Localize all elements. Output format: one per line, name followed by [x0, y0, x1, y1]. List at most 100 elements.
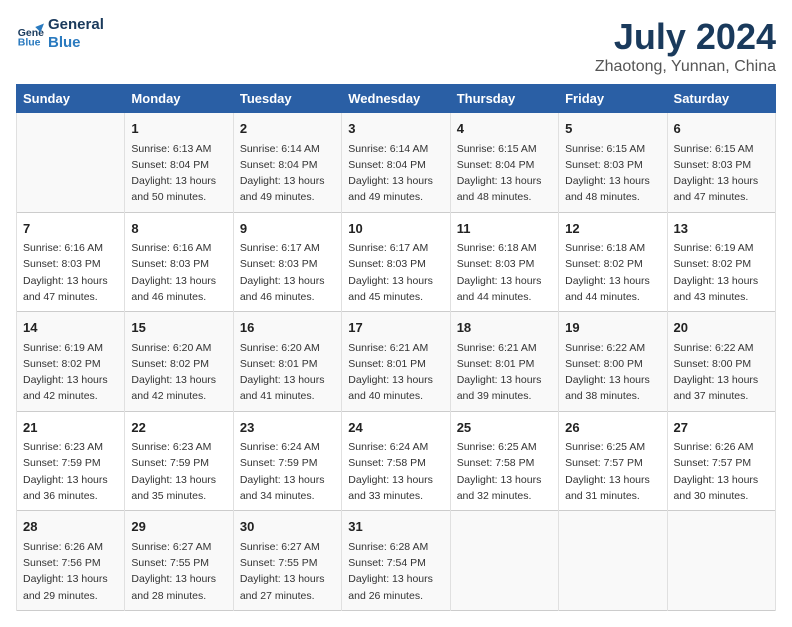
cell-w2-d5: 11Sunrise: 6:18 AM Sunset: 8:03 PM Dayli…: [450, 212, 558, 312]
cell-w5-d3: 30Sunrise: 6:27 AM Sunset: 7:55 PM Dayli…: [233, 511, 341, 611]
day-info: Sunrise: 6:18 AM Sunset: 8:02 PM Dayligh…: [565, 240, 660, 305]
day-number: 2: [240, 119, 335, 139]
cell-w5-d7: [667, 511, 775, 611]
day-number: 14: [23, 318, 118, 338]
day-number: 5: [565, 119, 660, 139]
day-info: Sunrise: 6:25 AM Sunset: 7:57 PM Dayligh…: [565, 439, 660, 504]
cell-w1-d2: 1Sunrise: 6:13 AM Sunset: 8:04 PM Daylig…: [125, 113, 233, 213]
day-number: 1: [131, 119, 226, 139]
day-number: 21: [23, 418, 118, 438]
logo-line2: Blue: [48, 34, 104, 52]
day-info: Sunrise: 6:20 AM Sunset: 8:02 PM Dayligh…: [131, 340, 226, 405]
day-number: 7: [23, 219, 118, 239]
header-monday: Monday: [125, 85, 233, 113]
cell-w2-d6: 12Sunrise: 6:18 AM Sunset: 8:02 PM Dayli…: [559, 212, 667, 312]
day-info: Sunrise: 6:21 AM Sunset: 8:01 PM Dayligh…: [457, 340, 552, 405]
cell-w2-d3: 9Sunrise: 6:17 AM Sunset: 8:03 PM Daylig…: [233, 212, 341, 312]
header-saturday: Saturday: [667, 85, 775, 113]
cell-w2-d7: 13Sunrise: 6:19 AM Sunset: 8:02 PM Dayli…: [667, 212, 775, 312]
cell-w4-d5: 25Sunrise: 6:25 AM Sunset: 7:58 PM Dayli…: [450, 411, 558, 511]
day-info: Sunrise: 6:26 AM Sunset: 7:56 PM Dayligh…: [23, 539, 118, 604]
day-info: Sunrise: 6:16 AM Sunset: 8:03 PM Dayligh…: [131, 240, 226, 305]
cell-w1-d7: 6Sunrise: 6:15 AM Sunset: 8:03 PM Daylig…: [667, 113, 775, 213]
day-number: 31: [348, 517, 443, 537]
cell-w3-d6: 19Sunrise: 6:22 AM Sunset: 8:00 PM Dayli…: [559, 312, 667, 412]
day-info: Sunrise: 6:22 AM Sunset: 8:00 PM Dayligh…: [674, 340, 769, 405]
calendar-subtitle: Zhaotong, Yunnan, China: [595, 58, 776, 76]
day-info: Sunrise: 6:27 AM Sunset: 7:55 PM Dayligh…: [131, 539, 226, 604]
cell-w3-d4: 17Sunrise: 6:21 AM Sunset: 8:01 PM Dayli…: [342, 312, 450, 412]
cell-w2-d2: 8Sunrise: 6:16 AM Sunset: 8:03 PM Daylig…: [125, 212, 233, 312]
day-info: Sunrise: 6:15 AM Sunset: 8:04 PM Dayligh…: [457, 141, 552, 206]
day-number: 29: [131, 517, 226, 537]
calendar-table: SundayMondayTuesdayWednesdayThursdayFrid…: [16, 84, 776, 611]
day-number: 12: [565, 219, 660, 239]
day-info: Sunrise: 6:17 AM Sunset: 8:03 PM Dayligh…: [240, 240, 335, 305]
day-number: 17: [348, 318, 443, 338]
logo-line1: General: [48, 16, 104, 34]
day-number: 23: [240, 418, 335, 438]
cell-w2-d1: 7Sunrise: 6:16 AM Sunset: 8:03 PM Daylig…: [17, 212, 125, 312]
day-info: Sunrise: 6:22 AM Sunset: 8:00 PM Dayligh…: [565, 340, 660, 405]
cell-w4-d7: 27Sunrise: 6:26 AM Sunset: 7:57 PM Dayli…: [667, 411, 775, 511]
header: General Blue General Blue July 2024 Zhao…: [16, 16, 776, 76]
cell-w3-d7: 20Sunrise: 6:22 AM Sunset: 8:00 PM Dayli…: [667, 312, 775, 412]
day-info: Sunrise: 6:27 AM Sunset: 7:55 PM Dayligh…: [240, 539, 335, 604]
header-tuesday: Tuesday: [233, 85, 341, 113]
logo-icon: General Blue: [16, 20, 44, 48]
day-number: 13: [674, 219, 769, 239]
week-row-3: 14Sunrise: 6:19 AM Sunset: 8:02 PM Dayli…: [17, 312, 776, 412]
day-number: 16: [240, 318, 335, 338]
day-info: Sunrise: 6:26 AM Sunset: 7:57 PM Dayligh…: [674, 439, 769, 504]
cell-w1-d4: 3Sunrise: 6:14 AM Sunset: 8:04 PM Daylig…: [342, 113, 450, 213]
cell-w1-d3: 2Sunrise: 6:14 AM Sunset: 8:04 PM Daylig…: [233, 113, 341, 213]
cell-w3-d5: 18Sunrise: 6:21 AM Sunset: 8:01 PM Dayli…: [450, 312, 558, 412]
header-thursday: Thursday: [450, 85, 558, 113]
day-info: Sunrise: 6:13 AM Sunset: 8:04 PM Dayligh…: [131, 141, 226, 206]
day-info: Sunrise: 6:23 AM Sunset: 7:59 PM Dayligh…: [23, 439, 118, 504]
cell-w5-d6: [559, 511, 667, 611]
day-number: 25: [457, 418, 552, 438]
cell-w5-d1: 28Sunrise: 6:26 AM Sunset: 7:56 PM Dayli…: [17, 511, 125, 611]
cell-w3-d2: 15Sunrise: 6:20 AM Sunset: 8:02 PM Dayli…: [125, 312, 233, 412]
cell-w5-d2: 29Sunrise: 6:27 AM Sunset: 7:55 PM Dayli…: [125, 511, 233, 611]
cell-w2-d4: 10Sunrise: 6:17 AM Sunset: 8:03 PM Dayli…: [342, 212, 450, 312]
cell-w5-d4: 31Sunrise: 6:28 AM Sunset: 7:54 PM Dayli…: [342, 511, 450, 611]
week-row-2: 7Sunrise: 6:16 AM Sunset: 8:03 PM Daylig…: [17, 212, 776, 312]
header-sunday: Sunday: [17, 85, 125, 113]
day-number: 3: [348, 119, 443, 139]
cell-w1-d1: [17, 113, 125, 213]
day-number: 26: [565, 418, 660, 438]
cell-w4-d6: 26Sunrise: 6:25 AM Sunset: 7:57 PM Dayli…: [559, 411, 667, 511]
cell-w1-d5: 4Sunrise: 6:15 AM Sunset: 8:04 PM Daylig…: [450, 113, 558, 213]
day-number: 28: [23, 517, 118, 537]
day-number: 6: [674, 119, 769, 139]
day-info: Sunrise: 6:14 AM Sunset: 8:04 PM Dayligh…: [240, 141, 335, 206]
day-info: Sunrise: 6:21 AM Sunset: 8:01 PM Dayligh…: [348, 340, 443, 405]
header-friday: Friday: [559, 85, 667, 113]
day-number: 10: [348, 219, 443, 239]
cell-w4-d3: 23Sunrise: 6:24 AM Sunset: 7:59 PM Dayli…: [233, 411, 341, 511]
day-info: Sunrise: 6:17 AM Sunset: 8:03 PM Dayligh…: [348, 240, 443, 305]
day-info: Sunrise: 6:20 AM Sunset: 8:01 PM Dayligh…: [240, 340, 335, 405]
day-info: Sunrise: 6:15 AM Sunset: 8:03 PM Dayligh…: [565, 141, 660, 206]
cell-w3-d3: 16Sunrise: 6:20 AM Sunset: 8:01 PM Dayli…: [233, 312, 341, 412]
cell-w3-d1: 14Sunrise: 6:19 AM Sunset: 8:02 PM Dayli…: [17, 312, 125, 412]
calendar-header-row: SundayMondayTuesdayWednesdayThursdayFrid…: [17, 85, 776, 113]
day-info: Sunrise: 6:18 AM Sunset: 8:03 PM Dayligh…: [457, 240, 552, 305]
day-info: Sunrise: 6:16 AM Sunset: 8:03 PM Dayligh…: [23, 240, 118, 305]
calendar-body: 1Sunrise: 6:13 AM Sunset: 8:04 PM Daylig…: [17, 113, 776, 611]
day-info: Sunrise: 6:25 AM Sunset: 7:58 PM Dayligh…: [457, 439, 552, 504]
calendar-title: July 2024: [595, 16, 776, 58]
day-number: 19: [565, 318, 660, 338]
day-info: Sunrise: 6:24 AM Sunset: 7:59 PM Dayligh…: [240, 439, 335, 504]
week-row-1: 1Sunrise: 6:13 AM Sunset: 8:04 PM Daylig…: [17, 113, 776, 213]
day-number: 27: [674, 418, 769, 438]
day-info: Sunrise: 6:15 AM Sunset: 8:03 PM Dayligh…: [674, 141, 769, 206]
day-number: 24: [348, 418, 443, 438]
day-number: 22: [131, 418, 226, 438]
day-number: 9: [240, 219, 335, 239]
day-number: 8: [131, 219, 226, 239]
day-info: Sunrise: 6:14 AM Sunset: 8:04 PM Dayligh…: [348, 141, 443, 206]
cell-w4-d2: 22Sunrise: 6:23 AM Sunset: 7:59 PM Dayli…: [125, 411, 233, 511]
